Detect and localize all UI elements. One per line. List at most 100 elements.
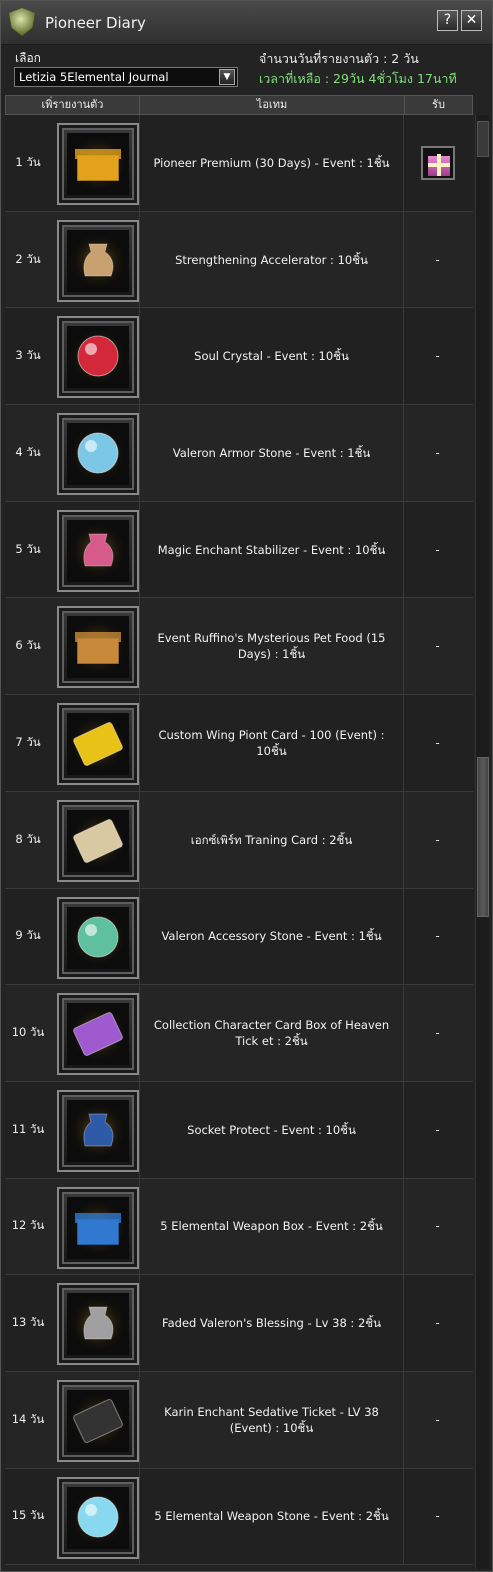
table-row[interactable]: 7 วัน Custom Wing Piont Card - 100 (Event… [5, 695, 473, 792]
item-slot[interactable] [57, 896, 139, 979]
table-row[interactable]: 4 วัน Valeron Armor Stone - Event : 1ชิ้น… [5, 405, 473, 502]
item-icon-area [67, 519, 129, 582]
table-row[interactable]: 14 วัน Karin Enchant Sedative Ticket - LV… [5, 1371, 473, 1469]
day-cell: 3 วัน [15, 348, 41, 363]
item-icon-area [67, 1099, 129, 1162]
time-left-text: เวลาที่เหลือ : 29วัน 4ชั่วโมง 17นาที [259, 71, 457, 86]
item-icon-area [67, 1003, 129, 1066]
item-name: Valeron Armor Stone - Event : 1ชิ้น [139, 405, 404, 501]
item-slot[interactable] [57, 219, 139, 302]
receive-cell: - [404, 1275, 471, 1371]
item-icon-area [67, 1389, 129, 1452]
receive-status: - [435, 639, 440, 654]
table-row[interactable]: 2 วัน Strengthening Accelerator : 10ชิ้น - [5, 211, 473, 309]
table-row[interactable]: 9 วัน Valeron Accessory Stone - Event : 1… [5, 888, 473, 986]
receive-cell: - [404, 308, 471, 404]
item-icon-area [67, 326, 129, 389]
item-icon-area [67, 423, 129, 486]
shield-icon [9, 8, 35, 36]
item-name: Magic Enchant Stabilizer - Event : 10ชิ้… [139, 501, 404, 598]
pioneer-diary-window: Pioneer Diary ? ✕ เลือก Letizia 5Element… [0, 0, 493, 1572]
item-slot[interactable] [57, 1283, 139, 1366]
item-slot[interactable] [57, 316, 139, 399]
item-icon-area [67, 229, 129, 292]
item-icon-area [67, 1293, 129, 1356]
chest-icon [67, 616, 129, 679]
help-button[interactable]: ? [437, 10, 458, 31]
table-row[interactable]: 12 วัน 5 Elemental Weapon Box - Event : 2… [5, 1178, 473, 1276]
item-name: Karin Enchant Sedative Ticket - LV 38 (E… [139, 1371, 404, 1468]
day-cell: 11 วัน [11, 1121, 45, 1136]
table-row[interactable]: 6 วัน Event Ruffino's Mysterious Pet Food… [5, 598, 473, 696]
days-reported-text: จำนวนวันที่รายงานตัว : 2 วัน [259, 51, 419, 66]
blue-box-icon [67, 1196, 129, 1259]
scrollbar-thumb[interactable] [477, 757, 489, 917]
item-name: Socket Protect - Event : 10ชิ้น [139, 1081, 404, 1178]
gift-box-icon[interactable] [420, 145, 455, 180]
receive-cell [404, 115, 471, 211]
dropdown-value: Letizia 5Elemental Journal [19, 70, 169, 84]
table-row[interactable]: 3 วัน Soul Crystal - Event : 10ชิ้น - [5, 308, 473, 406]
receive-status: - [435, 542, 440, 557]
item-icon-area [67, 1486, 129, 1549]
table-row[interactable]: 10 วัน Collection Character Card Box of H… [5, 985, 473, 1082]
item-slot[interactable] [57, 1476, 139, 1559]
elemental-orb-icon [67, 1486, 129, 1549]
item-slot[interactable] [57, 1379, 139, 1462]
scrollbar[interactable] [475, 115, 489, 1569]
table-row[interactable]: 8 วัน เอกซ์เพิร์ท Traning Card : 2ชิ้น - [5, 791, 473, 889]
item-name: Pioneer Premium (30 Days) - Event : 1ชิ้… [139, 115, 404, 211]
receive-cell: - [404, 792, 471, 888]
item-slot[interactable] [57, 413, 139, 496]
item-slot[interactable] [57, 509, 139, 592]
item-slot[interactable] [57, 993, 139, 1076]
receive-cell: - [404, 889, 471, 985]
receive-status: - [435, 1316, 440, 1331]
item-slot[interactable] [57, 1186, 139, 1269]
item-name: Event Ruffino's Mysterious Pet Food (15 … [139, 598, 404, 695]
header-item: ไอเทม [140, 96, 405, 114]
receive-status: - [435, 735, 440, 750]
receive-status: - [435, 445, 440, 460]
selector-label: เลือก [15, 51, 41, 65]
window-title: Pioneer Diary [45, 14, 146, 32]
item-slot[interactable] [57, 1089, 139, 1172]
receive-status: - [435, 1122, 440, 1137]
title-bar[interactable]: Pioneer Diary ? ✕ [1, 1, 492, 45]
item-name: Faded Valeron's Blessing - Lv 38 : 2ชิ้น [139, 1275, 404, 1371]
table-header: เพิ่รายงานตัว ไอเทม รับ [5, 95, 473, 115]
journal-dropdown[interactable]: Letizia 5Elemental Journal ▼ [14, 67, 238, 87]
table-row[interactable]: 11 วัน Socket Protect - Event : 10ชิ้น - [5, 1081, 473, 1179]
day-cell: 13 วัน [11, 1315, 45, 1330]
item-name: Soul Crystal - Event : 10ชิ้น [139, 308, 404, 405]
item-name: Valeron Accessory Stone - Event : 1ชิ้น [139, 888, 404, 985]
item-slot[interactable] [57, 799, 139, 882]
item-slot[interactable] [57, 703, 139, 786]
item-icon-area [67, 1196, 129, 1259]
item-name: Strengthening Accelerator : 10ชิ้น [139, 211, 404, 308]
treasure-box-icon [67, 133, 129, 195]
receive-cell: - [404, 212, 471, 308]
item-icon-area [67, 133, 129, 195]
receive-cell: - [404, 1372, 471, 1468]
item-slot[interactable] [57, 123, 139, 205]
chevron-down-icon[interactable]: ▼ [219, 69, 235, 85]
item-name: เอกซ์เพิร์ท Traning Card : 2ชิ้น [139, 791, 404, 888]
close-button[interactable]: ✕ [461, 10, 482, 31]
red-orb-icon [67, 326, 129, 389]
table-row[interactable]: 1 วัน Pioneer Premium (30 Days) - Event :… [5, 115, 473, 212]
receive-cell: - [404, 598, 471, 694]
receive-status: - [435, 349, 440, 364]
day-cell: 10 วัน [11, 1025, 45, 1040]
table-row[interactable]: 15 วัน 5 Elemental Weapon Stone - Event :… [5, 1468, 473, 1566]
item-slot[interactable] [57, 606, 139, 689]
receive-status: - [435, 1509, 440, 1524]
reward-list: 1 วัน Pioneer Premium (30 Days) - Event :… [5, 115, 473, 1566]
gold-card-icon [67, 713, 129, 776]
item-icon-area [67, 906, 129, 969]
table-row[interactable]: 13 วัน Faded Valeron's Blessing - Lv 38 :… [5, 1275, 473, 1372]
table-row[interactable]: 5 วัน Magic Enchant Stabilizer - Event : … [5, 501, 473, 599]
item-name: 5 Elemental Weapon Box - Event : 2ชิ้น [139, 1178, 404, 1275]
header-day: เพิ่รายงานตัว [6, 96, 140, 114]
day-cell: 4 วัน [15, 444, 41, 459]
